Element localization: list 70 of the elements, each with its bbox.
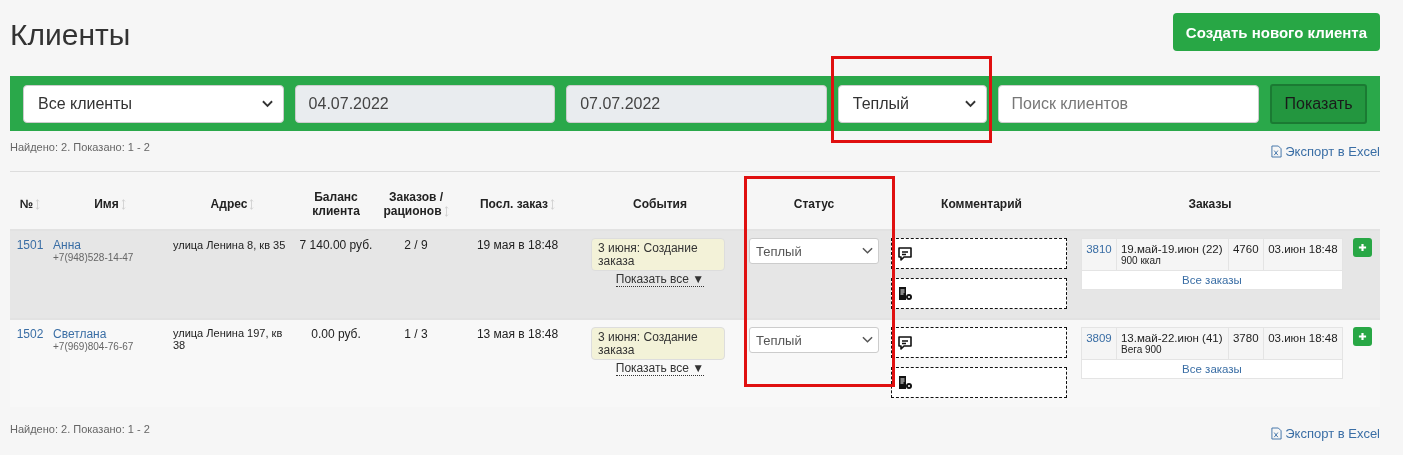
page-title: Клиенты xyxy=(10,17,131,53)
show-button[interactable]: Показать xyxy=(1270,83,1367,124)
order-date: 03.июн 18:48 xyxy=(1268,243,1338,255)
column-header: Посл. заказ xyxy=(479,197,548,211)
chevron-down-icon xyxy=(261,99,273,108)
speech-bubble-icon xyxy=(897,334,913,351)
order-sum: 4760 xyxy=(1232,243,1259,255)
client-balance: 7 140.00 руб. xyxy=(299,238,373,252)
export-excel-link[interactable]: Экспорт в Excel xyxy=(1271,144,1380,159)
document-gear-icon xyxy=(897,374,913,391)
search-field[interactable]: Поиск клиентов xyxy=(997,84,1260,123)
column-header: Статус xyxy=(793,197,835,211)
chevron-down-icon xyxy=(964,99,976,108)
client-type-select[interactable]: Все клиенты xyxy=(23,84,284,123)
client-phone: +7(969)804-76-67 xyxy=(53,341,135,352)
client-address: улица Ленина 197, кв 38 xyxy=(173,327,284,351)
plus-icon xyxy=(1358,243,1367,252)
last-order-date: 19 мая в 18:48 xyxy=(476,238,559,252)
column-header: Имя xyxy=(94,197,119,211)
column-header: Баланс клиента xyxy=(312,190,360,218)
results-summary: Найдено: 2. Показано: 1 - 2 xyxy=(10,423,150,435)
orders-count: 1 / 3 xyxy=(404,327,428,341)
client-name-link[interactable]: Светлана xyxy=(53,327,107,341)
speech-bubble-icon xyxy=(897,245,913,262)
document-gear-icon xyxy=(897,285,913,302)
column-header: № xyxy=(19,197,34,211)
note-field[interactable] xyxy=(891,367,1067,398)
show-all-link[interactable]: Показать все ▼ xyxy=(615,361,705,377)
orders-count: 2 / 9 xyxy=(404,238,428,252)
event-badge: 3 июня: Создание заказа xyxy=(591,327,725,361)
export-excel-link[interactable]: Экспорт в Excel xyxy=(1271,426,1380,441)
status-select[interactable]: Теплый xyxy=(749,327,879,353)
event-badge: 3 июня: Создание заказа xyxy=(591,238,725,272)
date-to-field[interactable]: 07.07.2022 xyxy=(566,84,827,123)
order-period: 19.май-19.июн (22) xyxy=(1120,243,1224,255)
create-client-button[interactable]: Создать нового клиента xyxy=(1172,13,1380,51)
client-id-link[interactable]: 1501 xyxy=(16,238,44,252)
all-orders-link[interactable]: Все заказы xyxy=(1182,363,1242,375)
last-order-date: 13 мая в 18:48 xyxy=(476,327,559,341)
status-select[interactable]: Теплый xyxy=(837,84,987,123)
order-period: 13.май-22.июн (41) xyxy=(1120,332,1224,344)
comment-field[interactable] xyxy=(891,238,1067,269)
column-header: Комментарий xyxy=(941,197,1022,211)
order-plan: 900 ккал xyxy=(1120,255,1162,266)
note-field[interactable] xyxy=(891,278,1067,309)
client-phone: +7(948)528-14-47 xyxy=(53,252,135,263)
column-header: Адрес xyxy=(210,197,248,211)
excel-file-icon xyxy=(1271,145,1283,158)
order-sum: 3780 xyxy=(1232,332,1259,344)
column-header: Заказы xyxy=(1188,197,1232,211)
client-name-link[interactable]: Анна xyxy=(53,238,81,252)
excel-file-icon xyxy=(1271,427,1283,440)
column-header: События xyxy=(633,197,687,211)
chevron-down-icon xyxy=(862,247,873,255)
chevron-down-icon xyxy=(862,336,873,344)
client-address: улица Ленина 8, кв 35 xyxy=(173,239,286,251)
order-plan: Вега 900 xyxy=(1120,344,1163,355)
add-order-button[interactable] xyxy=(1353,327,1372,346)
add-order-button[interactable] xyxy=(1353,238,1372,257)
all-orders-link[interactable]: Все заказы xyxy=(1182,274,1242,286)
client-balance: 0.00 руб. xyxy=(311,327,361,341)
client-id-link[interactable]: 1502 xyxy=(16,327,44,341)
results-summary: Найдено: 2. Показано: 1 - 2 xyxy=(10,141,150,153)
status-select[interactable]: Теплый xyxy=(749,238,879,264)
plus-icon xyxy=(1358,332,1367,341)
show-all-link[interactable]: Показать все ▼ xyxy=(615,272,705,288)
comment-field[interactable] xyxy=(891,327,1067,358)
order-date: 03.июн 18:48 xyxy=(1268,332,1338,344)
column-header: Заказов / рационов xyxy=(383,190,444,218)
date-from-field[interactable]: 04.07.2022 xyxy=(294,84,556,123)
